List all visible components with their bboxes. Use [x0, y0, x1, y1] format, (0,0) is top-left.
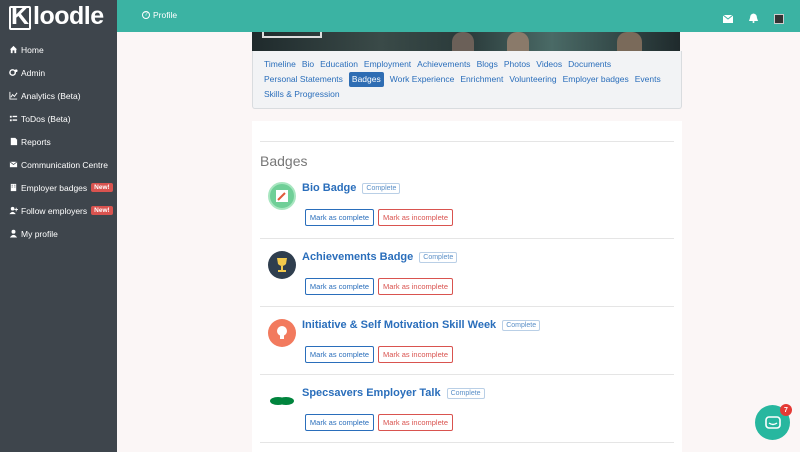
checklist-icon: [9, 115, 18, 122]
sidebar-item-label: My profile: [21, 228, 58, 239]
status-badge: Complete: [362, 182, 401, 194]
mark-incomplete-button[interactable]: Mark as incomplete: [378, 209, 453, 226]
tab-skills-progression[interactable]: Skills & Progression: [264, 87, 340, 102]
pencil-icon: [268, 182, 296, 210]
badge-name: Bio Badge: [302, 182, 357, 194]
mark-complete-button[interactable]: Mark as complete: [305, 414, 374, 431]
sidebar-item-communication-centre[interactable]: Communication Centre: [0, 153, 117, 176]
profile-breadcrumb-label: Profile: [153, 10, 178, 20]
chart-icon: [9, 91, 18, 100]
new-badge: New!: [91, 183, 113, 192]
sidebar-nav: Home Admin Analytics (Beta) ToDos (Beta)…: [0, 38, 117, 245]
sidebar-item-todos[interactable]: ToDos (Beta): [0, 107, 117, 130]
badge-row: Bio Badge Complete Mark as complete Mark…: [260, 182, 674, 239]
mark-complete-button[interactable]: Mark as complete: [305, 346, 374, 363]
tab-timeline[interactable]: Timeline: [264, 57, 296, 72]
sidebar-item-analytics[interactable]: Analytics (Beta): [0, 84, 117, 107]
sidebar-item-follow-employers[interactable]: Follow employers New!: [0, 199, 117, 222]
badge-name: Achievements Badge: [302, 251, 414, 263]
avatar[interactable]: [774, 14, 784, 24]
cover-person: [617, 32, 642, 51]
user-plus-icon: [9, 206, 18, 215]
chat-icon: [764, 415, 781, 429]
sidebar-item-my-profile[interactable]: My profile: [0, 222, 117, 245]
tab-blogs[interactable]: Blogs: [477, 57, 498, 72]
tab-events[interactable]: Events: [635, 72, 661, 87]
document-icon: [10, 137, 18, 146]
tab-employer-badges[interactable]: Employer badges: [563, 72, 629, 87]
status-badge: Complete: [419, 251, 458, 263]
tab-enrichment[interactable]: Enrichment: [460, 72, 503, 87]
badge-row: Specsavers Employer Talk Complete Mark a…: [260, 387, 674, 443]
unread-count-badge: 7: [780, 404, 792, 416]
cover-screen-shape: [262, 32, 322, 38]
specsavers-logo: [268, 387, 296, 415]
sidebar-item-reports[interactable]: Reports: [0, 130, 117, 153]
sidebar-item-label: ToDos (Beta): [21, 113, 71, 124]
top-icons: [707, 10, 784, 28]
mark-incomplete-button[interactable]: Mark as incomplete: [378, 278, 453, 295]
badge-row: Achievements Badge Complete Mark as comp…: [260, 251, 674, 307]
mark-incomplete-button[interactable]: Mark as incomplete: [378, 414, 453, 431]
building-icon: [10, 183, 17, 192]
mark-complete-button[interactable]: Mark as complete: [305, 278, 374, 295]
mark-incomplete-button[interactable]: Mark as incomplete: [378, 346, 453, 363]
envelope-icon: [9, 161, 18, 168]
tab-employment[interactable]: Employment: [364, 57, 411, 72]
profile-tabs: Timeline Bio Education Employment Achiev…: [264, 57, 672, 102]
tab-badges[interactable]: Badges: [348, 72, 384, 87]
tab-education[interactable]: Education: [320, 57, 358, 72]
status-badge: Complete: [446, 387, 485, 399]
sidebar-item-label: Follow employers: [21, 205, 88, 216]
sidebar-item-label: Analytics (Beta): [21, 90, 81, 101]
sidebar-item-home[interactable]: Home: [0, 38, 117, 61]
sidebar-item-label: Employer badges: [21, 182, 88, 193]
badge-title[interactable]: Initiative & Self Motivation Skill Week …: [302, 319, 541, 331]
kloodle-logo[interactable]: K loodle: [0, 0, 117, 34]
help-icon: ?: [142, 11, 150, 19]
sidebar-item-label: Communication Centre: [21, 159, 108, 170]
tab-achievements[interactable]: Achievements: [417, 57, 470, 72]
badge-title[interactable]: Specsavers Employer Talk Complete: [302, 387, 485, 399]
divider: [260, 141, 674, 142]
badges-panel: Badges Bio Badge Complete Mark as comple…: [252, 121, 682, 452]
tab-work-experience[interactable]: Work Experience: [390, 72, 455, 87]
trophy-icon: [268, 251, 296, 279]
top-bar: ? Profile: [117, 0, 800, 32]
tab-bio[interactable]: Bio: [302, 57, 314, 72]
sidebar-item-label: Home: [21, 44, 44, 55]
lightbulb-icon: [268, 319, 296, 347]
status-badge: Complete: [502, 319, 541, 331]
user-icon: [9, 229, 18, 238]
tab-volunteering[interactable]: Volunteering: [509, 72, 556, 87]
cogs-icon: [9, 69, 18, 76]
profile-tabs-card: Timeline Bio Education Employment Achiev…: [252, 51, 682, 109]
badge-title[interactable]: Achievements Badge Complete: [302, 251, 458, 263]
bell-icon[interactable]: [749, 10, 758, 28]
badge-name: Initiative & Self Motivation Skill Week: [302, 319, 497, 331]
home-icon: [9, 45, 18, 54]
tab-videos[interactable]: Videos: [536, 57, 562, 72]
logo-letter: K: [11, 2, 29, 30]
sidebar-item-label: Admin: [21, 67, 46, 78]
sidebar-item-admin[interactable]: Admin: [0, 61, 117, 84]
badge-title[interactable]: Bio Badge Complete: [302, 182, 401, 194]
sidebar: K loodle Home Admin Analytics (Beta) ToD…: [0, 0, 117, 452]
badge-name: Specsavers Employer Talk: [302, 387, 441, 399]
new-badge: New!: [91, 206, 113, 215]
badge-row: Initiative & Self Motivation Skill Week …: [260, 319, 674, 375]
tab-documents[interactable]: Documents: [568, 57, 611, 72]
profile-breadcrumb[interactable]: ? Profile: [142, 10, 177, 20]
envelope-icon[interactable]: [722, 10, 734, 28]
tab-personal-statements[interactable]: Personal Statements: [264, 72, 343, 87]
sidebar-item-employer-badges[interactable]: Employer badges New!: [0, 176, 117, 199]
tab-photos[interactable]: Photos: [504, 57, 530, 72]
mark-complete-button[interactable]: Mark as complete: [305, 209, 374, 226]
cover-person: [452, 32, 474, 51]
cover-person: [507, 32, 529, 51]
page-title: Badges: [260, 153, 308, 169]
profile-cover-image: [252, 32, 680, 51]
logo-text: loodle: [33, 2, 104, 30]
sidebar-item-label: Reports: [21, 136, 51, 147]
